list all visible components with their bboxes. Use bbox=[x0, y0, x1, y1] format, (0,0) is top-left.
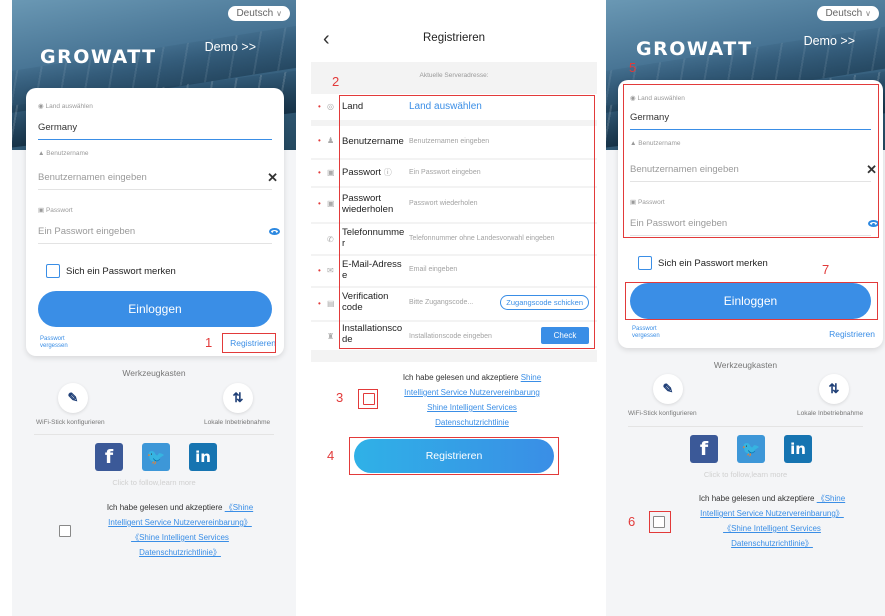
annotation-box-7 bbox=[625, 282, 878, 320]
user-icon: ▲ bbox=[38, 150, 47, 157]
local-setup-icon[interactable]: ⇅ bbox=[223, 383, 253, 413]
local-tool-label: Lokale Inbetriebnahme bbox=[797, 410, 864, 417]
phone-icon: ✆ bbox=[327, 235, 334, 244]
eye-icon[interactable] bbox=[269, 228, 280, 235]
chevron-down-icon: ∨ bbox=[865, 9, 871, 18]
twitter-icon[interactable]: 🐦 bbox=[737, 435, 765, 463]
local-setup-icon[interactable]: ⇅ bbox=[819, 374, 849, 404]
local-tool-label: Lokale Inbetriebnahme bbox=[204, 419, 271, 426]
agreement-checkbox[interactable] bbox=[59, 525, 71, 537]
wifi-tool-label: WiFi-Stick konfigurieren bbox=[628, 410, 697, 417]
lock-icon: ▣ bbox=[327, 199, 335, 208]
agreement-text: Ich habe gelesen und akzeptiere 《Shine I… bbox=[106, 503, 254, 557]
linkedin-icon[interactable]: in bbox=[784, 435, 812, 463]
remember-label: Sich ein Passwort merken bbox=[658, 258, 768, 269]
divider bbox=[628, 426, 863, 427]
username-label: ▲ Benutzername bbox=[38, 150, 89, 157]
login-screen-2: Deutsch ∨ GROWATT Demo >> ◉ Land auswähle… bbox=[606, 0, 885, 616]
follow-text: Click to follow,learn more bbox=[112, 478, 196, 487]
login-screen-1: Deutsch ∨ GROWATT Demo >> ◉ Land auswähle… bbox=[12, 0, 296, 616]
annotation-number-3: 3 bbox=[336, 390, 344, 405]
remember-checkbox[interactable] bbox=[46, 264, 60, 278]
mail-icon: ✉ bbox=[327, 266, 334, 275]
annotation-box-1 bbox=[222, 333, 276, 353]
wifi-tool-label: WiFi-Stick konfigurieren bbox=[36, 419, 105, 426]
lock-icon: ▣ bbox=[327, 168, 335, 177]
login-button[interactable]: Einloggen bbox=[38, 291, 272, 327]
follow-text: Click to follow,learn more bbox=[703, 470, 788, 479]
demo-link[interactable]: Demo >> bbox=[205, 40, 256, 54]
remember-checkbox[interactable] bbox=[638, 256, 652, 270]
demo-link[interactable]: Demo >> bbox=[804, 34, 855, 48]
lock-icon: ▣ bbox=[38, 207, 46, 214]
agreement-text: Ich habe gelesen und akzeptiere Shine In… bbox=[402, 373, 542, 427]
forgot-password-link[interactable]: Passwort vergessen bbox=[632, 326, 660, 340]
toolbox-title: Werkzeugkasten bbox=[713, 360, 778, 370]
annotation-box-3 bbox=[358, 389, 378, 409]
annotation-number-5: 5 bbox=[629, 60, 637, 75]
register-link[interactable]: Registrieren bbox=[829, 329, 875, 339]
annotation-box-5 bbox=[623, 84, 879, 238]
country-label: ◉ Land auswählen bbox=[38, 103, 93, 110]
register-screen: ‹ Registrieren Aktuelle Serveradresse: •… bbox=[311, 0, 597, 616]
growatt-logo: GROWATT bbox=[40, 46, 157, 68]
toolbox-title: Werkzeugkasten bbox=[122, 368, 186, 378]
language-selector[interactable]: Deutsch ∨ bbox=[817, 6, 879, 21]
clear-icon[interactable]: ✕ bbox=[267, 170, 278, 186]
twitter-icon[interactable]: 🐦 bbox=[142, 443, 170, 471]
growatt-logo: GROWATT bbox=[636, 38, 753, 60]
server-address: Aktuelle Serveradresse: bbox=[419, 72, 489, 79]
login-card: ◉ Land auswählen Germany ▲ Benutzername … bbox=[26, 88, 284, 356]
installer-icon: ♜ bbox=[327, 332, 335, 341]
password-label: ▣ Passwort bbox=[38, 207, 73, 214]
agreement-text: Ich habe gelesen und akzeptiere 《Shine I… bbox=[698, 494, 846, 548]
annotation-number-1: 1 bbox=[205, 335, 213, 350]
linkedin-icon[interactable]: in bbox=[189, 443, 217, 471]
annotation-number-7: 7 bbox=[822, 262, 830, 277]
annotation-box-2 bbox=[339, 95, 595, 349]
agreement-link[interactable]: 《Shine bbox=[225, 503, 253, 512]
language-selector[interactable]: Deutsch ∨ bbox=[228, 6, 290, 21]
code-icon: ▤ bbox=[327, 299, 335, 308]
username-input[interactable]: Benutzernamen eingeben bbox=[38, 172, 272, 190]
annotation-box-6 bbox=[649, 511, 671, 533]
forgot-password-link[interactable]: Passwort vergessen bbox=[40, 336, 68, 350]
facebook-icon[interactable]: f bbox=[690, 435, 718, 463]
globe-icon: ◎ bbox=[327, 102, 334, 111]
country-field[interactable]: Germany bbox=[38, 122, 272, 140]
facebook-icon[interactable]: f bbox=[95, 443, 123, 471]
remember-label: Sich ein Passwort merken bbox=[66, 266, 176, 277]
wifi-tool-icon[interactable]: ✎ bbox=[58, 383, 88, 413]
wifi-tool-icon[interactable]: ✎ bbox=[653, 374, 683, 404]
divider bbox=[34, 434, 274, 435]
page-title: Registrieren bbox=[423, 32, 485, 44]
annotation-box-4 bbox=[349, 437, 559, 475]
tutorial-screenshot: Deutsch ∨ GROWATT Demo >> ◉ Land auswähle… bbox=[0, 0, 885, 616]
annotation-number-6: 6 bbox=[628, 514, 636, 529]
annotation-number-4: 4 bbox=[327, 448, 335, 463]
annotation-number-2: 2 bbox=[332, 74, 340, 89]
user-icon: ♟ bbox=[327, 136, 335, 145]
chevron-down-icon: ∨ bbox=[276, 9, 282, 18]
password-input[interactable]: Ein Passwort eingeben bbox=[38, 226, 272, 244]
